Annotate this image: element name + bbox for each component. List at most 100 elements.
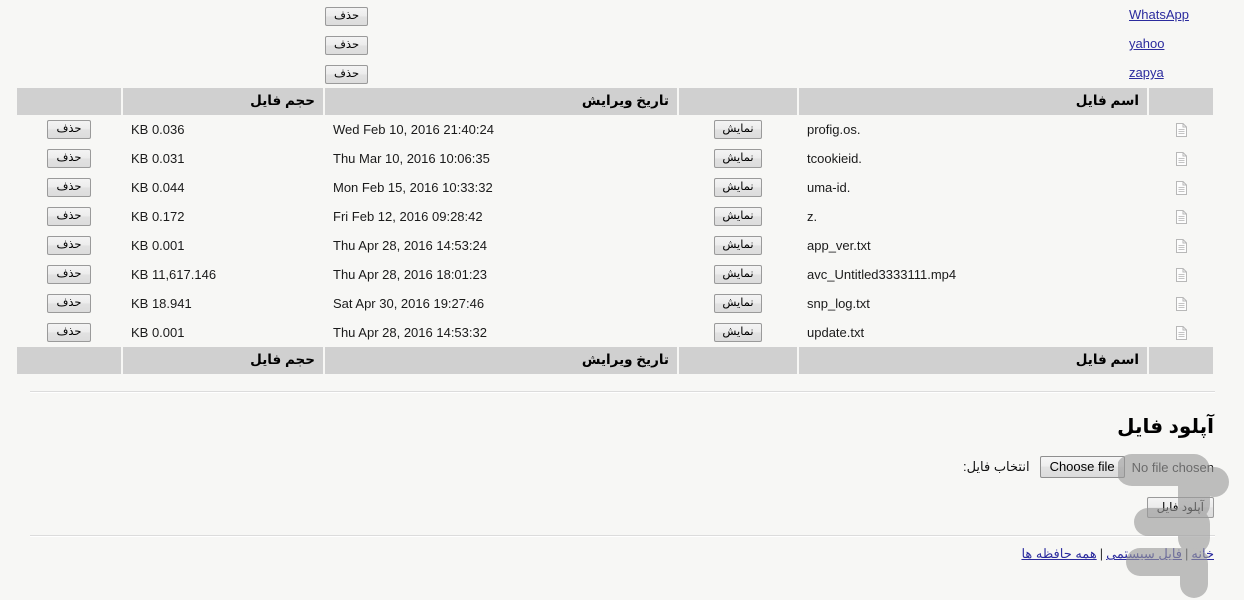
table-row: snp_log.txt نمایش Sat Apr 30, 2016 19:27:4…	[17, 289, 1213, 318]
footer-link-all-storages[interactable]: همه حافظه ها	[1021, 546, 1096, 561]
file-type-cell	[1149, 115, 1213, 144]
partial-row: WhatsApp	[1129, 0, 1189, 29]
file-name-cell: update.txt	[807, 325, 865, 340]
view-cell: نمایش	[679, 260, 797, 289]
partial-row: حذف	[325, 0, 369, 29]
file-size-cell: KB 0.044	[131, 180, 185, 195]
file-type-cell	[1149, 231, 1213, 260]
delete-button[interactable]: حذف	[47, 120, 91, 139]
view-button[interactable]: نمایش	[714, 178, 762, 197]
scrolled-partial-rows: حذف حذف حذف WhatsApp yahoo zapya	[0, 0, 1244, 88]
view-button[interactable]: نمایش	[714, 294, 762, 313]
partial-delete-button-column: حذف حذف حذف	[325, 0, 369, 87]
view-button[interactable]: نمایش	[714, 120, 762, 139]
view-cell: نمایش	[679, 115, 797, 144]
footer-link-system-file[interactable]: فایل سیستمی	[1106, 546, 1182, 561]
document-icon	[1175, 181, 1187, 196]
delete-button[interactable]: حذف	[47, 207, 91, 226]
delete-cell: حذف	[17, 144, 121, 173]
view-button[interactable]: نمایش	[714, 323, 762, 342]
file-type-cell	[1149, 202, 1213, 231]
delete-button[interactable]: حذف	[325, 7, 369, 26]
file-name-cell: z.	[807, 209, 818, 224]
file-size-cell: KB 0.001	[131, 325, 185, 340]
file-table-foot: اسم فایل تاریخ ویرایش حجم فایل	[17, 347, 1213, 374]
file-name-cell: app_ver.txt	[807, 238, 871, 253]
delete-button[interactable]: حذف	[325, 65, 369, 84]
upload-heading: آپلود فایل	[1117, 416, 1214, 438]
delete-button[interactable]: حذف	[325, 36, 369, 55]
file-input-control[interactable]: Choose file No file chosen	[1039, 456, 1214, 478]
view-cell: نمایش	[679, 289, 797, 318]
document-icon	[1175, 297, 1187, 312]
column-footer-filename: اسم فایل	[799, 347, 1147, 374]
file-name-cell: snp_log.txt	[807, 296, 870, 311]
delete-cell: حذف	[17, 260, 121, 289]
view-button[interactable]: نمایش	[714, 236, 762, 255]
document-icon	[1175, 152, 1187, 167]
file-date-cell: Thu Apr 28, 2016 14:53:24	[333, 238, 487, 253]
table-row: uma-id. نمایش Mon Feb 15, 2016 10:33:32 KB …	[17, 173, 1213, 202]
upload-field-label: انتخاب فایل:	[962, 459, 1030, 474]
file-name-cell: tcookieid.	[807, 151, 862, 166]
file-name-cell: profig.os.	[807, 122, 861, 137]
file-date-cell: Mon Feb 15, 2016 10:33:32	[333, 180, 493, 195]
file-link-yahoo[interactable]: yahoo	[1129, 36, 1164, 51]
column-header-view	[679, 88, 797, 115]
footer-navigation: خانه|فایل سیستمی|همه حافظه ها	[0, 537, 1244, 562]
column-footer-icon	[1149, 347, 1213, 374]
delete-button[interactable]: حذف	[47, 178, 91, 197]
table-header-row: اسم فایل تاریخ ویرایش حجم فایل	[17, 88, 1213, 115]
footer-separator: |	[1099, 546, 1104, 561]
upload-submit-button[interactable]: آپلود فایل	[1146, 497, 1214, 518]
file-type-cell	[1149, 289, 1213, 318]
view-button[interactable]: نمایش	[714, 149, 762, 168]
view-button[interactable]: نمایش	[714, 207, 762, 226]
file-date-cell: Fri Feb 12, 2016 09:28:42	[333, 209, 483, 224]
column-footer-date: تاریخ ویرایش	[325, 347, 677, 374]
choose-file-button[interactable]: Choose file	[1039, 456, 1125, 478]
delete-button[interactable]: حذف	[47, 323, 91, 342]
delete-button[interactable]: حذف	[47, 265, 91, 284]
delete-cell: حذف	[17, 202, 121, 231]
table-row: z. نمایش Fri Feb 12, 2016 09:28:42 KB 0.172…	[17, 202, 1213, 231]
table-row: update.txt نمایش Thu Apr 28, 2016 14:53:32…	[17, 318, 1213, 347]
column-header-size: حجم فایل	[123, 88, 323, 115]
file-name-cell: uma-id.	[807, 180, 851, 195]
column-header-filename: اسم فایل	[799, 88, 1147, 115]
view-button[interactable]: نمایش	[714, 265, 762, 284]
delete-cell: حذف	[17, 173, 121, 202]
table-row: tcookieid. نمایش Thu Mar 10, 2016 10:06:35…	[17, 144, 1213, 173]
table-row: profig.os. نمایش Wed Feb 10, 2016 21:40:24…	[17, 115, 1213, 144]
delete-cell: حذف	[17, 289, 121, 318]
delete-button[interactable]: حذف	[47, 149, 91, 168]
file-table: اسم فایل تاریخ ویرایش حجم فایل profig.os…	[15, 88, 1215, 374]
partial-row: حذف	[325, 58, 369, 87]
document-icon	[1175, 123, 1187, 138]
column-footer-view	[679, 347, 797, 374]
footer-link-home[interactable]: خانه	[1191, 546, 1214, 561]
column-header-delete	[17, 88, 121, 115]
document-icon	[1175, 326, 1187, 341]
delete-button[interactable]: حذف	[47, 294, 91, 313]
delete-cell: حذف	[17, 231, 121, 260]
page-root: حذف حذف حذف WhatsApp yahoo zapya اسم فای…	[0, 0, 1244, 600]
table-row: app_ver.txt نمایش Thu Apr 28, 2016 14:53:2…	[17, 231, 1213, 260]
delete-cell: حذف	[17, 115, 121, 144]
table-row: avc_Untitled3333111.mp4 نمایش Thu Apr 28, …	[17, 260, 1213, 289]
column-header-date: تاریخ ویرایش	[325, 88, 677, 115]
view-cell: نمایش	[679, 173, 797, 202]
file-name-cell: avc_Untitled3333111.mp4	[807, 267, 957, 282]
document-icon	[1175, 268, 1187, 283]
file-link-zapya[interactable]: zapya	[1129, 65, 1164, 80]
document-icon	[1175, 239, 1187, 254]
delete-cell: حذف	[17, 318, 121, 347]
view-cell: نمایش	[679, 202, 797, 231]
file-link-whatsapp[interactable]: WhatsApp	[1129, 7, 1189, 22]
file-type-cell	[1149, 318, 1213, 347]
column-header-icon	[1149, 88, 1213, 115]
partial-filename-link-column: WhatsApp yahoo zapya	[1129, 0, 1189, 87]
section-divider	[30, 391, 1215, 393]
delete-button[interactable]: حذف	[47, 236, 91, 255]
partial-row: zapya	[1129, 58, 1189, 87]
